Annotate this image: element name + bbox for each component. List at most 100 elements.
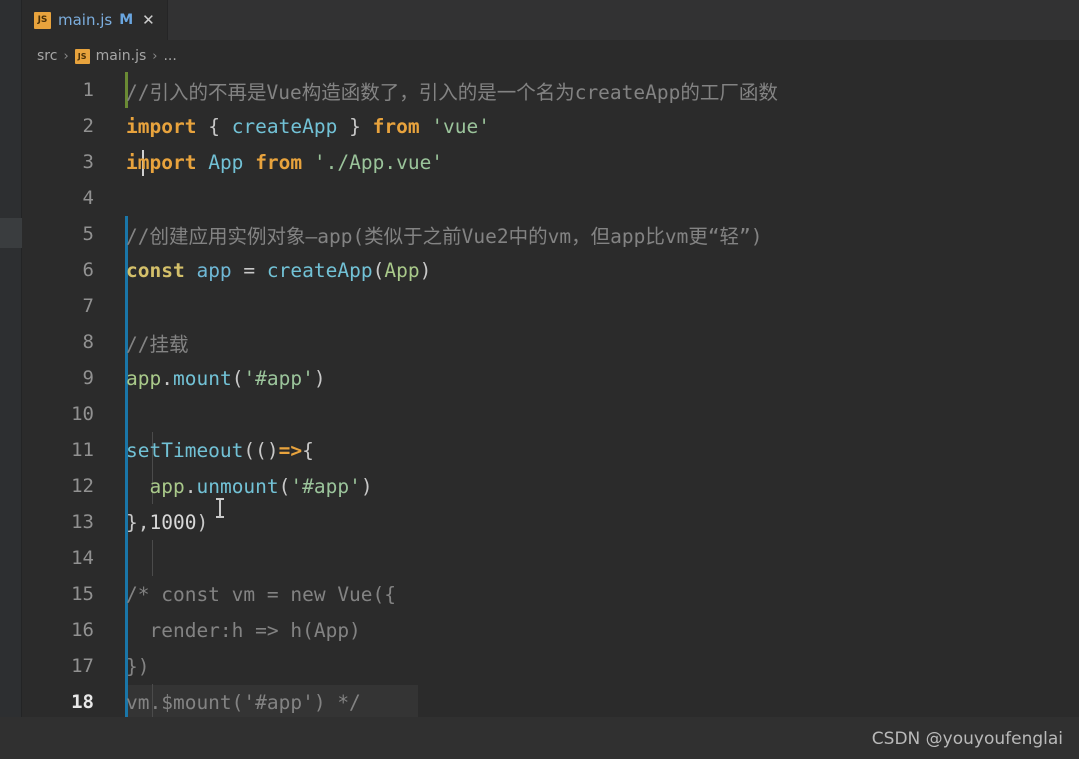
line-number: 15 bbox=[71, 583, 94, 605]
line-number: 13 bbox=[71, 511, 94, 533]
line-number: 6 bbox=[82, 259, 94, 281]
token: App bbox=[208, 150, 244, 174]
line-number: 8 bbox=[82, 331, 94, 353]
code-line-text: import App from './App.vue' bbox=[126, 151, 443, 174]
token: { bbox=[302, 438, 314, 462]
token: '#app' bbox=[243, 366, 314, 390]
code-line-text: import { createApp } from 'vue' bbox=[126, 115, 490, 138]
token: (() bbox=[243, 438, 279, 462]
chevron-right-icon: › bbox=[63, 48, 69, 64]
code-line-13[interactable]: 13 },1000) bbox=[22, 504, 1079, 540]
line-number: 9 bbox=[82, 367, 94, 389]
token: setTimeout bbox=[126, 438, 244, 462]
line-number: 3 bbox=[82, 151, 94, 173]
token: } bbox=[337, 114, 373, 138]
tab-main-js[interactable]: JS main.js M ✕ bbox=[22, 0, 168, 40]
tab-filename-label: main.js bbox=[58, 11, 113, 29]
code-line-2[interactable]: 2 import { createApp } from 'vue' bbox=[22, 108, 1079, 144]
editor-tab-bar: JS main.js M ✕ bbox=[22, 0, 1079, 40]
line-number: 14 bbox=[71, 547, 94, 569]
line-number: 16 bbox=[71, 619, 94, 641]
token: from bbox=[372, 114, 420, 138]
code-line-4[interactable]: 4 bbox=[22, 180, 1079, 216]
token: => bbox=[278, 438, 303, 462]
token: 1000 bbox=[149, 510, 197, 534]
activity-bar[interactable] bbox=[0, 0, 22, 759]
token: app bbox=[196, 258, 232, 282]
code-line-17[interactable]: 17}) bbox=[22, 648, 1079, 684]
code-line-8[interactable]: 8 //挂载 bbox=[22, 324, 1079, 360]
breadcrumb-filename[interactable]: main.js bbox=[96, 48, 147, 64]
tab-modified-badge: M bbox=[119, 12, 134, 28]
code-line-10[interactable]: 10 bbox=[22, 396, 1079, 432]
csdn-watermark: CSDN @youyoufenglai bbox=[871, 729, 1063, 749]
token: render:h => h(App) bbox=[126, 618, 361, 642]
token: import bbox=[126, 150, 197, 174]
code-line-text: /* const vm = new Vue({ bbox=[126, 583, 396, 606]
token: createApp bbox=[231, 114, 338, 138]
code-line-1[interactable]: 1 //引入的不再是Vue构造函数了，引入的是一个名为createApp的工厂函数 bbox=[22, 72, 1079, 108]
code-line-7[interactable]: 7 bbox=[22, 288, 1079, 324]
line-number: 10 bbox=[71, 403, 94, 425]
indent-guide-2 bbox=[152, 540, 153, 576]
vscode-editor-window: Vue3从入门到精通 JS main.js M ✕ src › JS main.… bbox=[0, 0, 1079, 759]
line-number: 11 bbox=[71, 439, 94, 461]
code-line-5[interactable]: 5 //创建应用实例对象—app(类似于之前Vue2中的vm，但app比vm更“轻… bbox=[22, 216, 1079, 252]
token: ( bbox=[372, 258, 385, 282]
vcs-change-marker-blue bbox=[125, 540, 128, 576]
vcs-change-marker-blue bbox=[125, 396, 128, 432]
line-number: 4 bbox=[82, 187, 94, 209]
line-number: 17 bbox=[71, 655, 94, 677]
token: . bbox=[184, 474, 197, 498]
token: mount bbox=[172, 366, 232, 390]
code-line-text: app.mount('#app') bbox=[126, 367, 326, 390]
activity-bar-marker bbox=[0, 218, 22, 248]
code-line-16[interactable]: 16 render:h => h(App) bbox=[22, 612, 1079, 648]
code-editor-area[interactable]: 1 //引入的不再是Vue构造函数了，引入的是一个名为createApp的工厂函数… bbox=[22, 72, 1079, 759]
breadcrumb-ellipsis[interactable]: ... bbox=[163, 48, 176, 64]
token: app bbox=[126, 366, 162, 390]
code-line-12[interactable]: 12 app.unmount('#app') bbox=[22, 468, 1079, 504]
code-line-14[interactable]: 14 bbox=[22, 540, 1079, 576]
chevron-right-icon-2: › bbox=[152, 48, 158, 64]
code-line-6[interactable]: 6 const app = createApp(App) bbox=[22, 252, 1079, 288]
mouse-ibeam-cursor bbox=[216, 498, 224, 518]
line-number: 2 bbox=[82, 115, 94, 137]
code-line-3[interactable]: 3 import App from './App.vue' bbox=[22, 144, 1079, 180]
token: //引入的不再是Vue构造函数了，引入的是一个名为createApp的工厂函数 bbox=[126, 80, 778, 104]
code-line-text: const app = createApp(App) bbox=[126, 259, 431, 282]
token: //创建应用实例对象—app(类似于之前Vue2中的vm，但app比vm更“轻”… bbox=[126, 224, 763, 248]
token: ( bbox=[278, 474, 291, 498]
code-line-11[interactable]: 11 setTimeout(()=>{ bbox=[22, 432, 1079, 468]
token: vm.$mount('#app') */ bbox=[126, 690, 361, 714]
token: . bbox=[161, 366, 173, 390]
code-line-text: //引入的不再是Vue构造函数了，引入的是一个名为createApp的工厂函数 bbox=[126, 76, 778, 105]
code-line-15[interactable]: 15 /* const vm = new Vue({ bbox=[22, 576, 1079, 612]
token: { bbox=[196, 114, 232, 138]
token: 'vue' bbox=[431, 114, 491, 138]
code-line-18[interactable]: 18 vm.$mount('#app') */ bbox=[22, 684, 1079, 720]
javascript-file-icon: JS bbox=[34, 11, 51, 29]
code-line-text: },1000) bbox=[126, 511, 208, 534]
close-icon[interactable]: ✕ bbox=[140, 12, 157, 28]
code-line-text: vm.$mount('#app') */ bbox=[126, 691, 361, 714]
token: //挂载 bbox=[126, 332, 189, 356]
code-line-text: //创建应用实例对象—app(类似于之前Vue2中的vm，但app比vm更“轻”… bbox=[126, 220, 763, 249]
line-number: 1 bbox=[82, 79, 94, 101]
breadcrumb: src › JS main.js › ... bbox=[22, 40, 1079, 72]
token: app bbox=[149, 474, 185, 498]
code-line-text: }) bbox=[126, 655, 149, 678]
code-line-9[interactable]: 9 app.mount('#app') bbox=[22, 360, 1079, 396]
token: App bbox=[384, 258, 420, 282]
token: const bbox=[126, 258, 185, 282]
token: ) bbox=[196, 510, 209, 534]
token: }) bbox=[126, 654, 150, 678]
token: createApp bbox=[266, 258, 373, 282]
token: ) bbox=[313, 366, 326, 390]
token: '#app' bbox=[290, 474, 361, 498]
breadcrumb-folder[interactable]: src bbox=[37, 48, 57, 64]
